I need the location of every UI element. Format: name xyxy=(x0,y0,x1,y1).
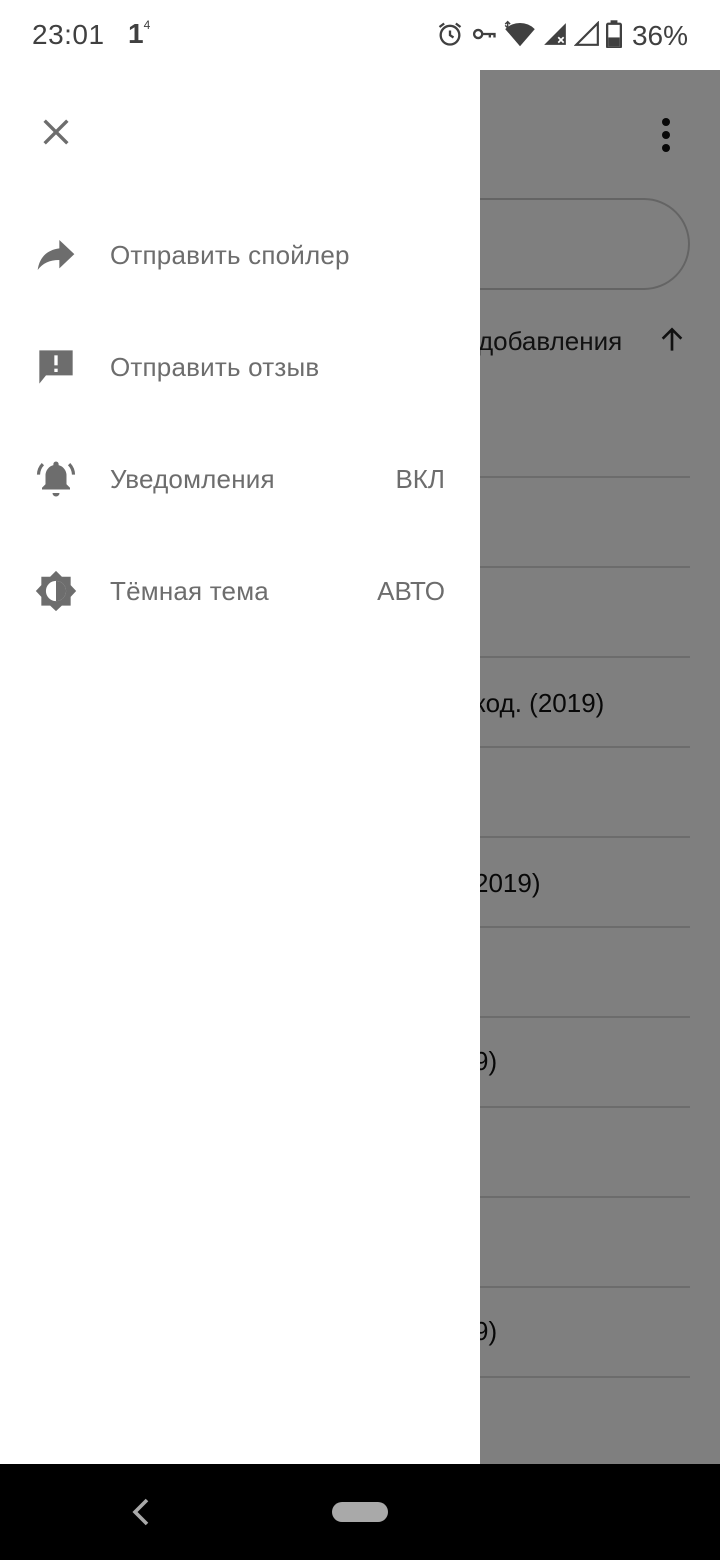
status-icons: 4 36% xyxy=(436,19,688,53)
close-drawer-button[interactable] xyxy=(22,100,90,168)
vpn-key-icon xyxy=(470,20,498,53)
menu-item-label: Уведомления xyxy=(110,463,275,494)
wifi-icon: 4 xyxy=(504,20,536,53)
status-bar: 23:01 14 4 36% xyxy=(0,0,720,70)
menu-item-send-spoiler[interactable]: Отправить спойлер xyxy=(0,205,480,305)
close-icon xyxy=(39,115,73,154)
battery-percent: 36% xyxy=(631,20,688,51)
home-pill-button[interactable] xyxy=(332,1502,388,1522)
status-time: 23:01 xyxy=(32,19,105,50)
share-forward-icon xyxy=(34,233,78,277)
back-icon[interactable] xyxy=(126,1494,156,1530)
menu-item-label: Отправить спойлер xyxy=(110,239,350,270)
navigation-drawer: Отправить спойлер Отправить отзыв Уведом… xyxy=(0,70,480,1464)
sim-number: 1 xyxy=(128,18,144,49)
menu-item-label: Отправить отзыв xyxy=(110,351,320,382)
notifications-status: ВКЛ xyxy=(395,463,445,494)
sim-indicator: 14 xyxy=(128,18,150,50)
svg-text:4: 4 xyxy=(526,37,532,48)
battery-icon xyxy=(605,19,622,53)
menu-item-send-feedback[interactable]: Отправить отзыв xyxy=(0,317,480,417)
menu-item-notifications[interactable]: Уведомления ВКЛ xyxy=(0,429,480,529)
sim-superscript: 4 xyxy=(143,17,151,32)
signal-icon xyxy=(573,20,600,52)
system-navigation-bar xyxy=(0,1464,720,1560)
alarm-icon xyxy=(436,20,464,53)
signal-no-data-icon xyxy=(542,21,568,52)
notifications-active-icon xyxy=(34,457,78,501)
feedback-icon xyxy=(34,345,78,389)
menu-item-dark-theme[interactable]: Тёмная тема АВТО xyxy=(0,541,480,641)
dark-theme-status: АВТО xyxy=(377,575,445,606)
menu-item-label: Тёмная тема xyxy=(110,575,269,606)
brightness-icon xyxy=(34,569,78,613)
